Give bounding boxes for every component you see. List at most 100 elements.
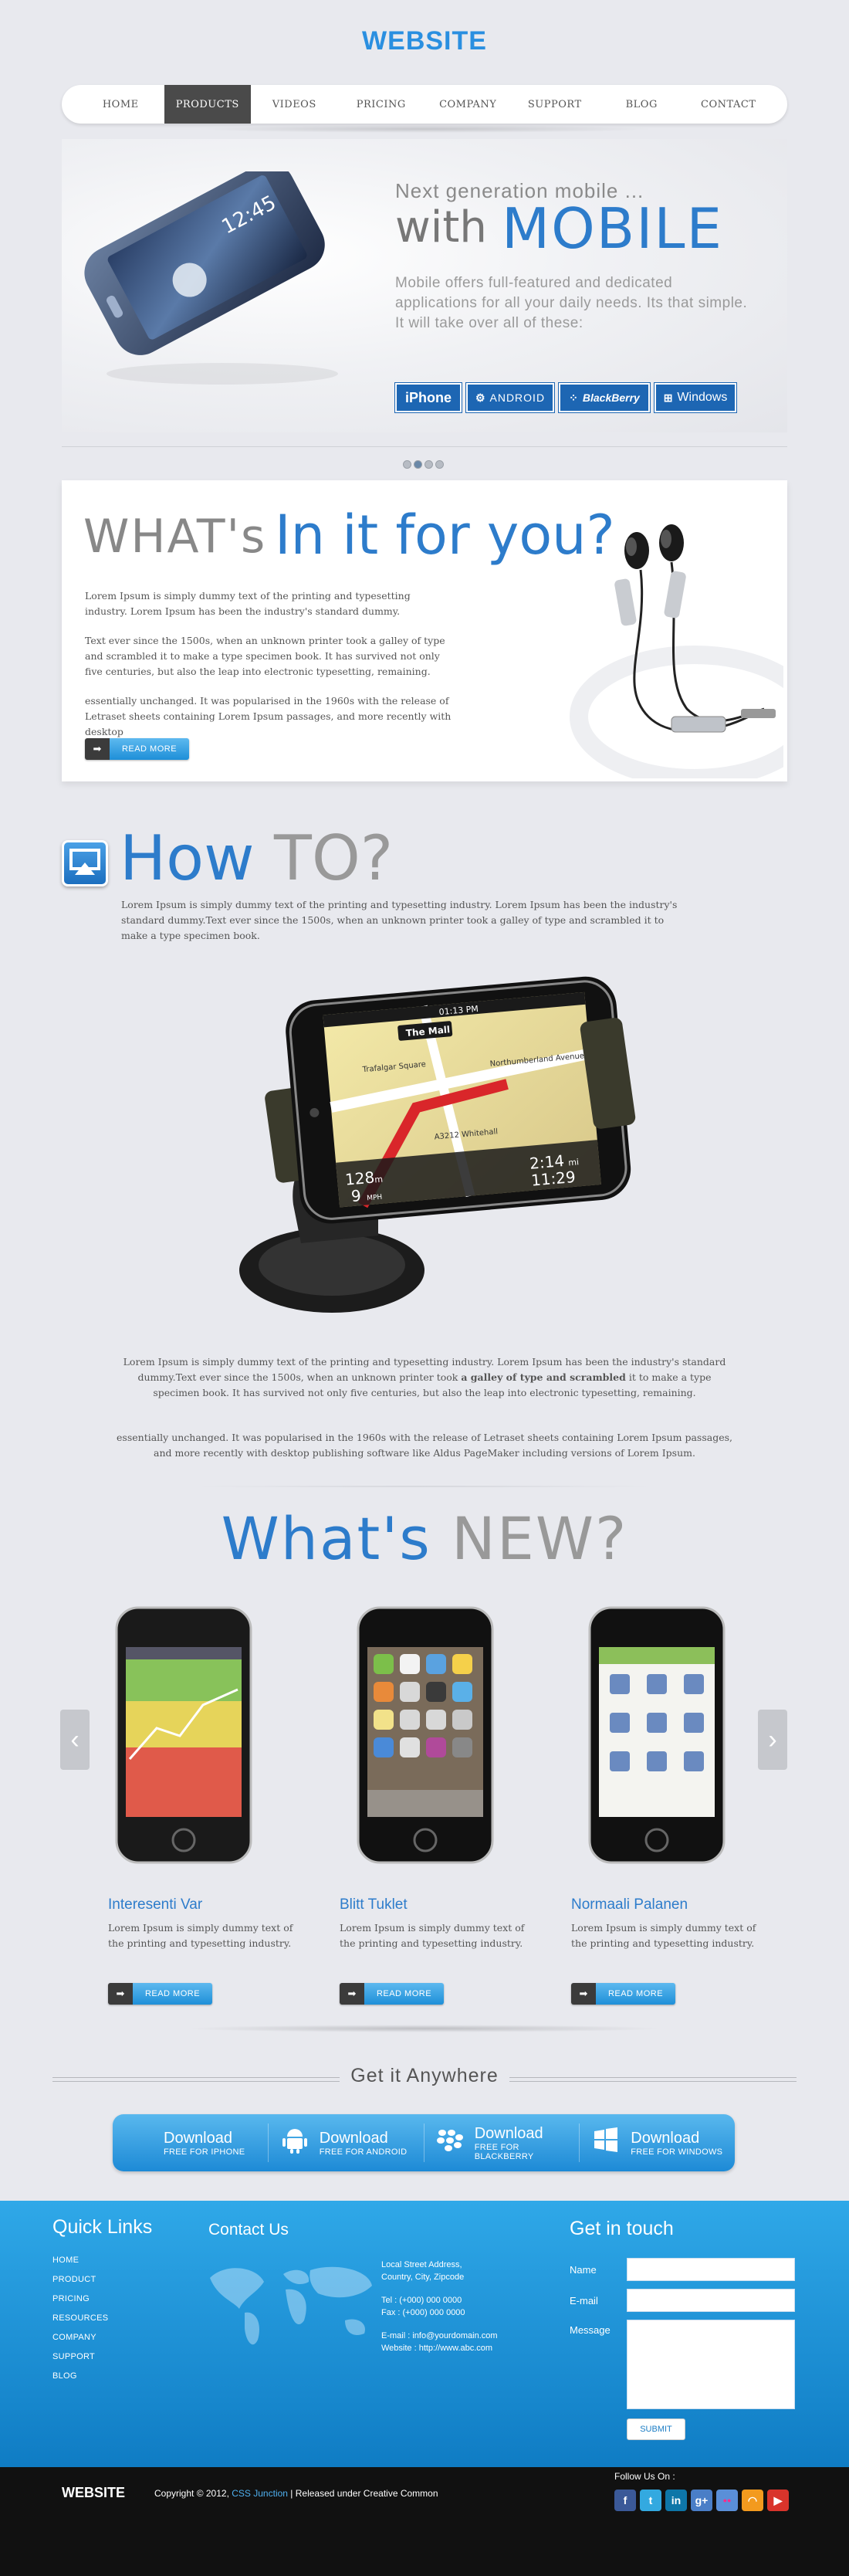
slider-dots <box>403 460 444 469</box>
product-read-more-button[interactable]: ➡ READ MORE <box>340 1983 444 2005</box>
contact-address: Local Street Address, Country, City, Zip… <box>381 2259 498 2354</box>
whats-new-heading-2: NEW? <box>452 1504 628 1573</box>
nav-company[interactable]: COMPANY <box>424 85 512 124</box>
badge-windows[interactable]: ⊞ Windows <box>655 383 736 412</box>
headphones-image <box>570 524 783 778</box>
copyright: Copyright © 2012, CSS Junction | Release… <box>154 2488 438 2499</box>
name-label: Name <box>570 2264 597 2276</box>
product-title[interactable]: Blitt Tuklet <box>340 1896 408 1913</box>
youtube-icon[interactable]: ▶ <box>767 2490 789 2511</box>
slider-dot-active[interactable] <box>414 460 422 469</box>
quick-link[interactable]: PRODUCT <box>52 2275 108 2284</box>
facebook-icon[interactable]: f <box>614 2490 636 2511</box>
product-read-more-button[interactable]: ➡ READ MORE <box>571 1983 675 2005</box>
how-to-heading: How TO? <box>120 822 393 894</box>
badge-iphone-label: iPhone <box>404 389 452 405</box>
quick-link[interactable]: BLOG <box>52 2371 108 2381</box>
nav-support[interactable]: SUPPORT <box>512 85 599 124</box>
gps-device-image: 01:13 PM The Mall Trafalgar Square North… <box>239 976 636 1313</box>
contact-tel: Tel : (+000) 000 0000 <box>381 2296 462 2305</box>
read-more-label: READ MORE <box>364 1983 444 2005</box>
how-to-bold-text: a galley of type and scrambled <box>461 1371 626 1383</box>
nav-home[interactable]: HOME <box>77 85 164 124</box>
product-read-more-button[interactable]: ➡ READ MORE <box>108 1983 212 2005</box>
message-label: Message <box>570 2324 611 2336</box>
slider-dot[interactable] <box>403 460 411 469</box>
download-android-button[interactable]: Download FREE FOR ANDROID <box>269 2124 424 2162</box>
how-to-heading-1: How <box>120 822 255 894</box>
whats-in-read-more-button[interactable]: ➡ READ MORE <box>85 738 189 760</box>
email-label: E-mail <box>570 2295 598 2307</box>
carousel-next-button[interactable]: › <box>758 1710 787 1770</box>
badge-blackberry[interactable]: ⁘ BlackBerry <box>559 383 650 412</box>
google-plus-icon[interactable]: g+ <box>691 2490 712 2511</box>
product-title[interactable]: Interesenti Var <box>108 1896 202 1913</box>
nav-pricing[interactable]: PRICING <box>338 85 425 124</box>
download-windows-button[interactable]: Download FREE FOR WINDOWS <box>580 2124 735 2162</box>
download-bar: Download FREE FOR IPHONE Download FREE FOR… <box>113 2114 735 2171</box>
download-iphone-button[interactable]: Download FREE FOR IPHONE <box>113 2124 269 2162</box>
download-label: Download <box>474 2124 543 2142</box>
windows-icon <box>590 2127 621 2160</box>
whats-in-text: Lorem Ipsum is simply dummy text of the … <box>85 588 455 754</box>
email-field[interactable] <box>627 2289 795 2312</box>
whats-new-heading: What's NEW? <box>0 1504 849 1573</box>
submit-button[interactable]: SUBMIT <box>627 2418 685 2440</box>
contact-website[interactable]: Website : http://www.abc.com <box>381 2342 498 2354</box>
product-image <box>588 1606 726 1864</box>
product-image <box>115 1606 252 1864</box>
whats-in-para: Lorem Ipsum is simply dummy text of the … <box>85 590 411 617</box>
download-label: Download <box>319 2129 388 2147</box>
whats-in-para: Text ever since the 1500s, when an unkno… <box>85 635 445 677</box>
badge-iphone[interactable]: iPhone <box>395 383 462 412</box>
badge-android[interactable]: ⚙ ANDROID <box>466 383 554 412</box>
social-icons: f t in g+ ●● ◠ ▶ <box>614 2490 789 2511</box>
quick-link[interactable]: PRICING <box>52 2294 108 2303</box>
copyright-text: | Released under Creative Common <box>290 2488 438 2499</box>
gps-distance-unit: m <box>374 1174 384 1185</box>
airplay-icon <box>62 840 108 886</box>
site-logo[interactable]: WEBSITE <box>0 26 849 56</box>
product-description: Lorem Ipsum is simply dummy text of the … <box>571 1922 756 1949</box>
read-more-label: READ MORE <box>596 1983 675 2005</box>
download-sub: FREE FOR ANDROID <box>319 2147 408 2157</box>
name-field[interactable] <box>627 2258 795 2281</box>
linkedin-icon[interactable]: in <box>665 2490 687 2511</box>
flickr-icon[interactable]: ●● <box>716 2490 738 2511</box>
nav-blog[interactable]: BLOG <box>598 85 685 124</box>
contact-fax: Fax : (+000) 000 0000 <box>381 2308 465 2317</box>
nav-contact[interactable]: CONTACT <box>685 85 773 124</box>
address-line: Local Street Address, <box>381 2260 462 2269</box>
carousel-prev-button[interactable]: ‹ <box>60 1710 90 1770</box>
footer-logo[interactable]: WEBSITE <box>62 2485 125 2501</box>
gps-remaining-unit: mi <box>568 1157 580 1168</box>
how-to-paragraph-3: essentially unchanged. It was popularise… <box>117 1432 732 1459</box>
quick-link[interactable]: COMPANY <box>52 2333 108 2342</box>
arrow-right-icon: ➡ <box>108 1983 133 2005</box>
contact-email[interactable]: E-mail : info@yourdomain.com <box>381 2330 498 2342</box>
quick-link[interactable]: SUPPORT <box>52 2352 108 2361</box>
whats-in-para: essentially unchanged. It was popularise… <box>85 695 452 737</box>
copyright-link[interactable]: CSS Junction <box>232 2488 288 2499</box>
rss-icon[interactable]: ◠ <box>742 2490 763 2511</box>
slider-dot[interactable] <box>435 460 444 469</box>
hero-with: with <box>395 202 487 253</box>
section-divider <box>185 1486 664 1487</box>
how-to-heading-2: TO? <box>273 822 394 894</box>
slider-dot[interactable] <box>424 460 433 469</box>
products-shadow <box>185 2025 664 2032</box>
whats-new-heading-1: What's <box>221 1504 431 1573</box>
nav-videos[interactable]: VIDEOS <box>251 85 338 124</box>
download-blackberry-button[interactable]: Download FREE FOR BLACKBERRY <box>424 2124 580 2162</box>
nav-products[interactable]: PRODUCTS <box>164 85 251 124</box>
quick-link[interactable]: RESOURCES <box>52 2313 108 2323</box>
product-title[interactable]: Normaali Palanen <box>571 1896 688 1913</box>
gps-eta: 11:29 <box>530 1168 577 1190</box>
hero-divider <box>62 446 787 447</box>
world-map-image <box>210 2266 372 2345</box>
android-icon <box>279 2126 310 2161</box>
message-field[interactable] <box>627 2320 795 2409</box>
quick-link[interactable]: HOME <box>52 2256 108 2265</box>
twitter-icon[interactable]: t <box>640 2490 661 2511</box>
blackberry-icon <box>435 2127 465 2159</box>
